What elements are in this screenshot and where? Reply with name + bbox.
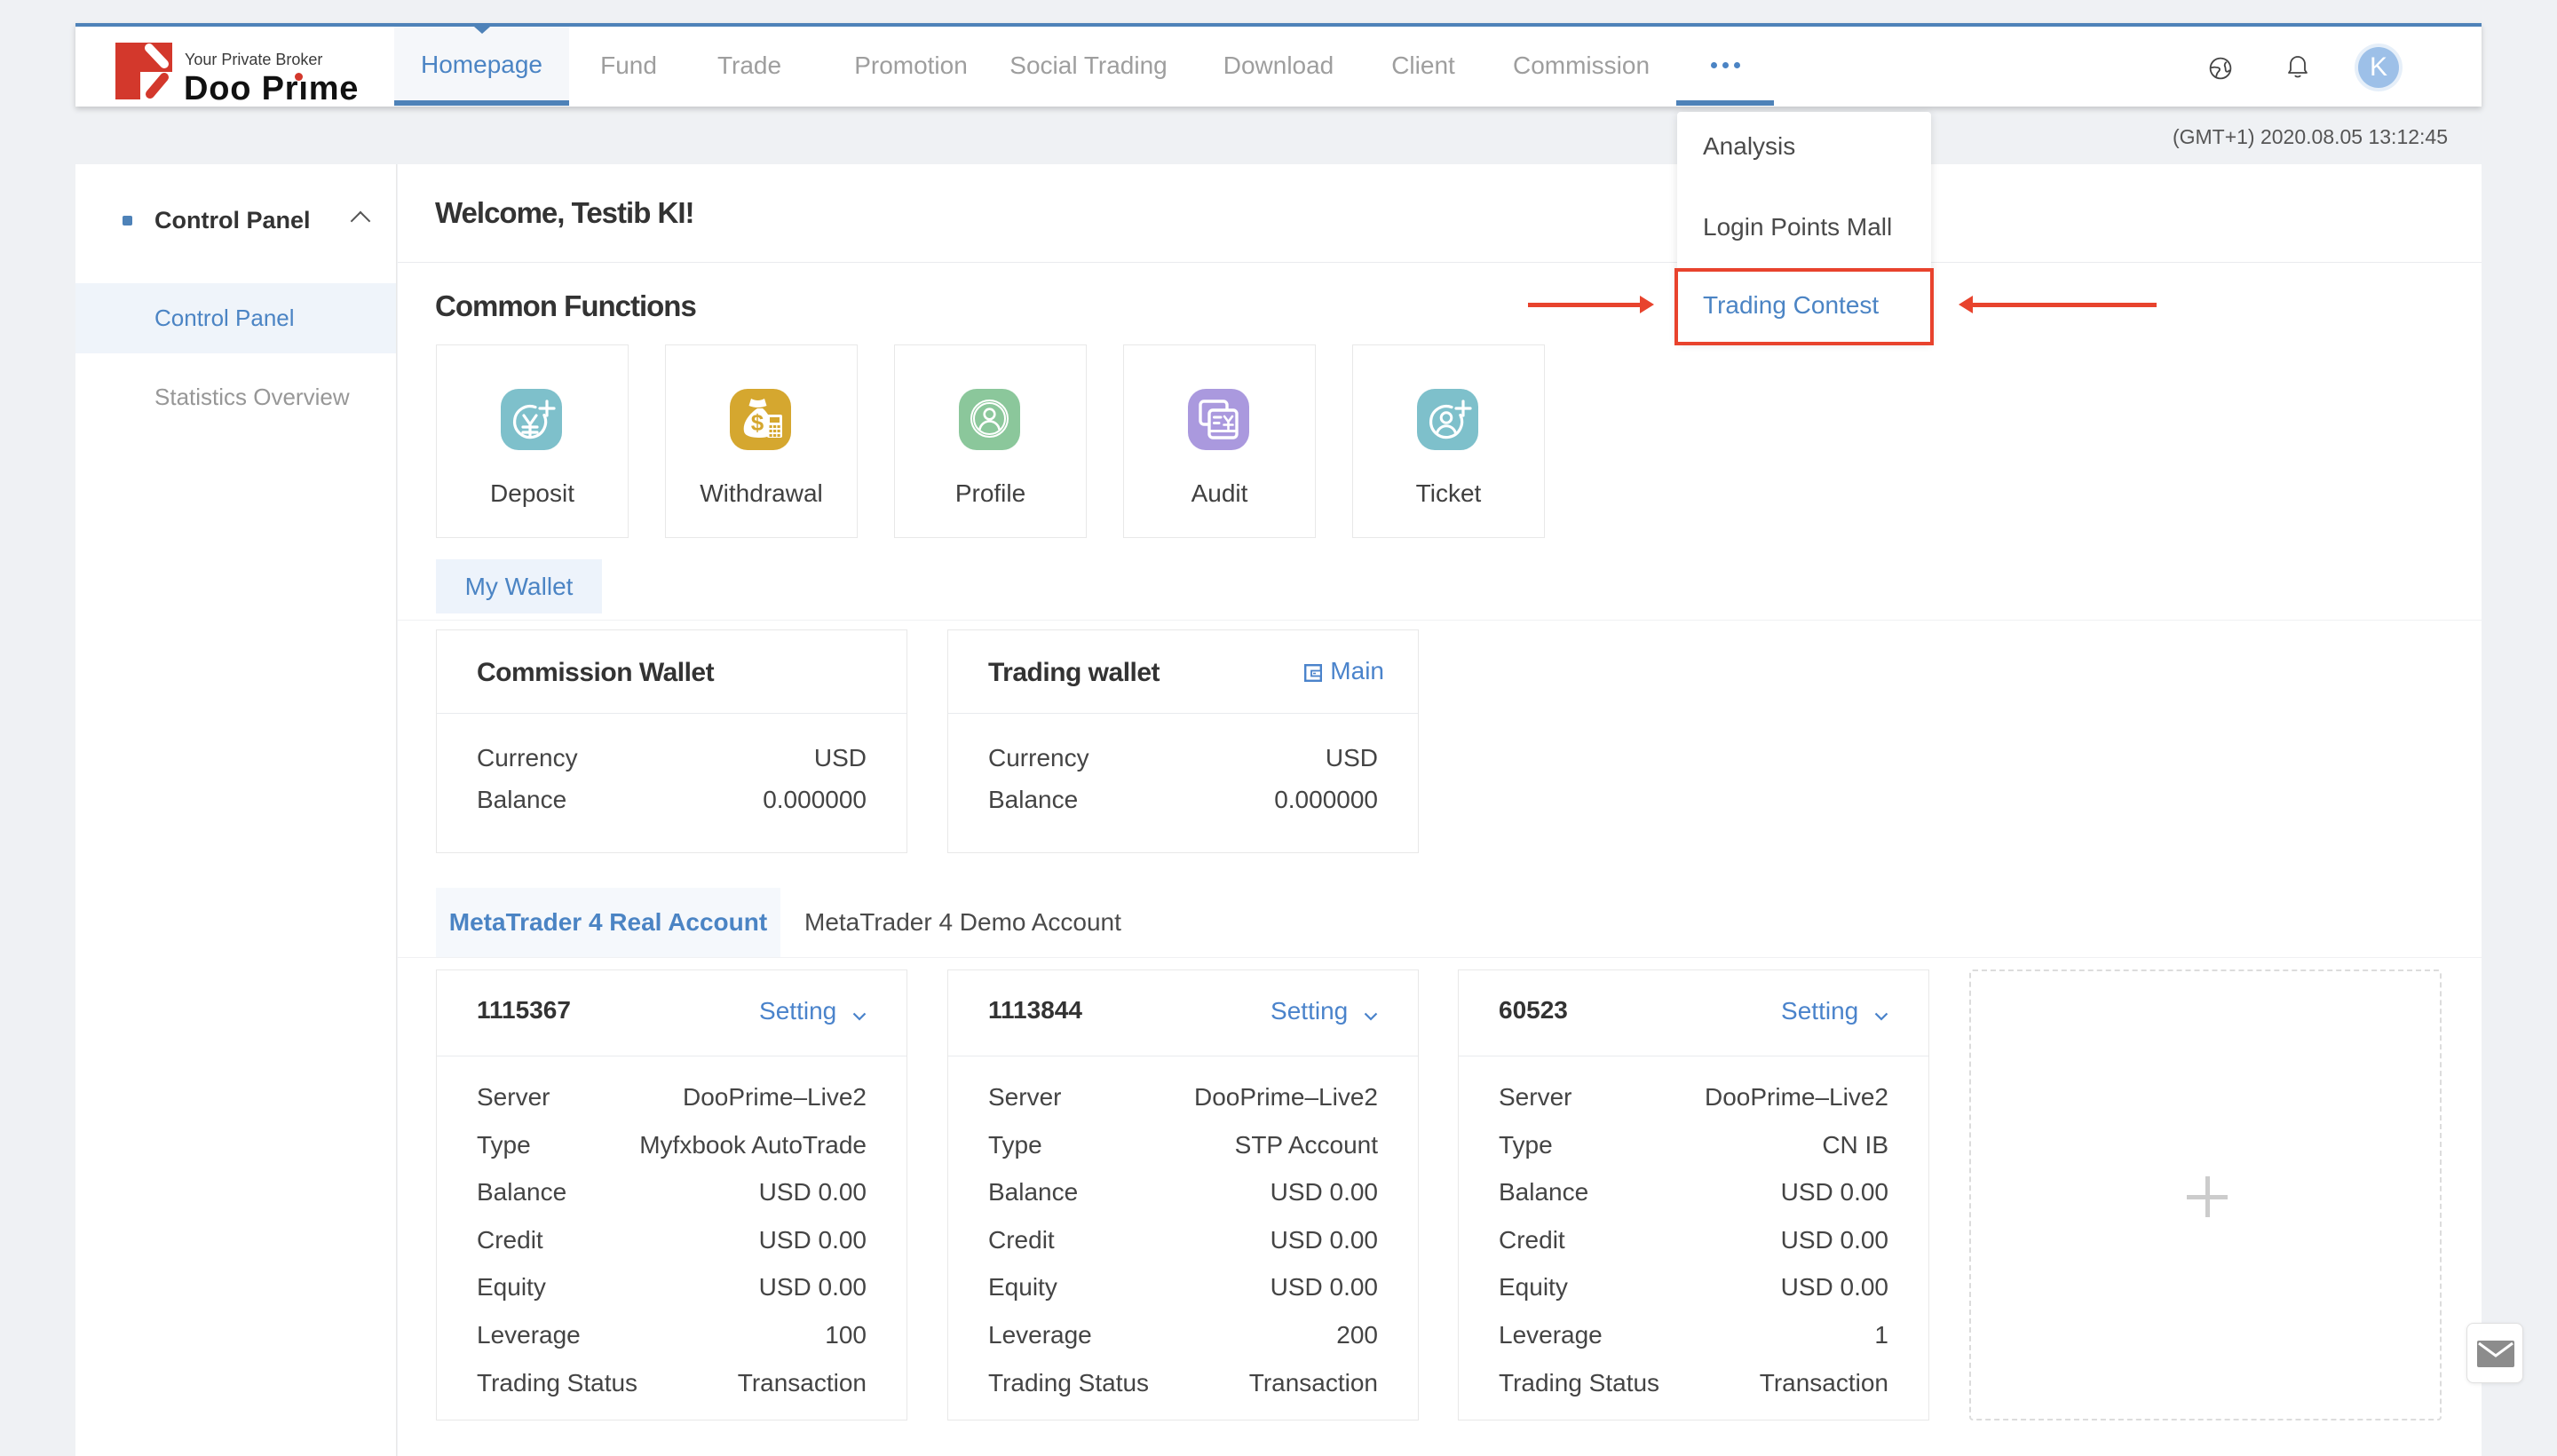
svg-text:$: $ — [751, 409, 764, 436]
